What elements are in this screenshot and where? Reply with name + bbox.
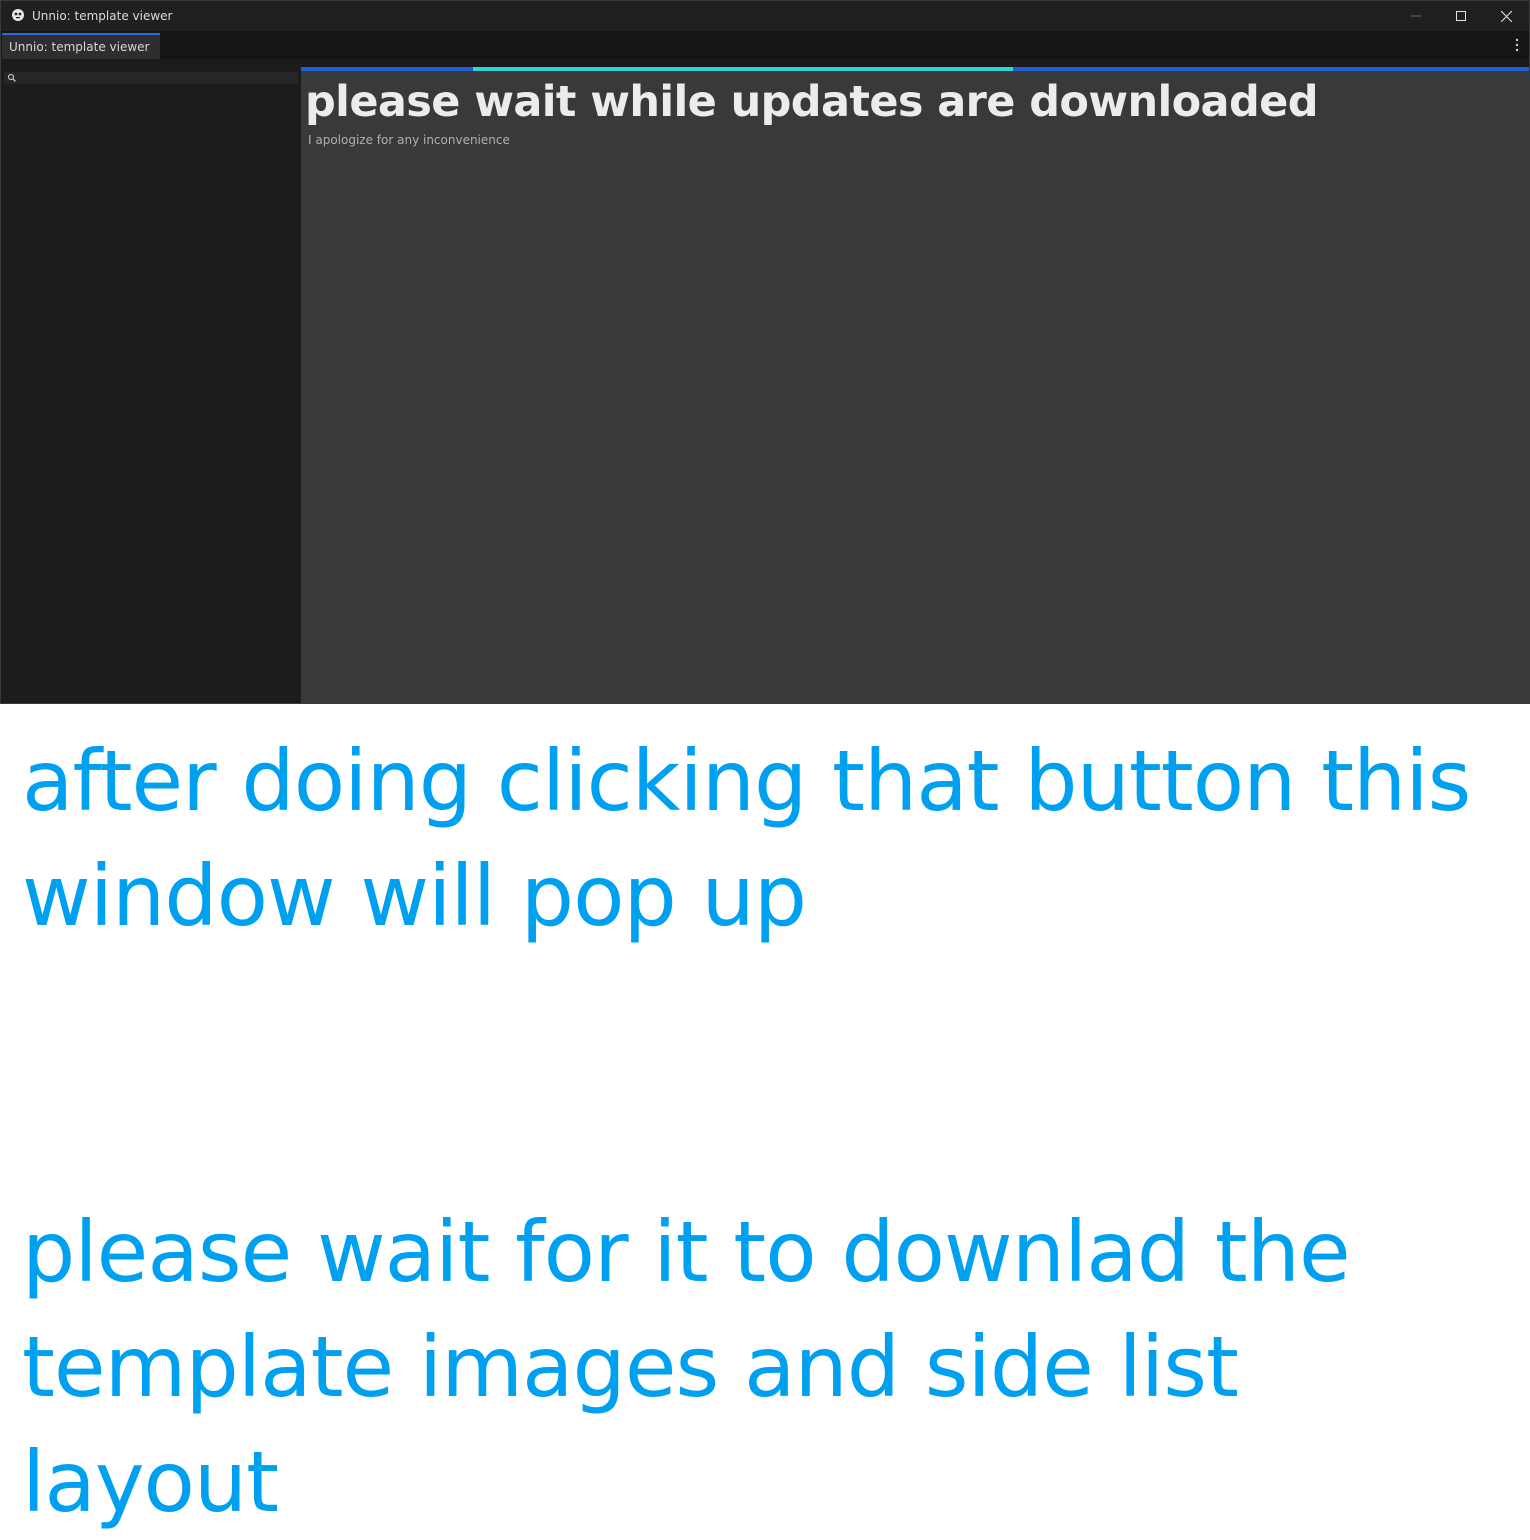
more-options-icon[interactable] (1511, 37, 1523, 53)
download-progress-bar (301, 67, 1529, 71)
search-box[interactable] (4, 72, 298, 84)
tab-label: Unnio: template viewer (9, 40, 150, 54)
apology-text: I apologize for any inconvenience (308, 133, 510, 147)
minimize-icon (1411, 15, 1421, 17)
search-input[interactable] (20, 72, 290, 84)
main-content: please wait while updates are downloaded… (301, 67, 1529, 703)
close-icon (1500, 10, 1512, 22)
close-button[interactable] (1483, 1, 1529, 31)
app-window: Unnio: template viewer Unnio: template v… (0, 0, 1530, 704)
title-bar[interactable]: Unnio: template viewer (1, 1, 1529, 31)
maximize-icon (1456, 11, 1466, 21)
tab-bar: Unnio: template viewer (1, 31, 1529, 59)
search-icon (7, 73, 16, 82)
download-progress-fill (472, 67, 1014, 71)
annotation-text-2: please wait for it to downlad the templa… (22, 1203, 1351, 1531)
window-title: Unnio: template viewer (32, 9, 173, 23)
app-logo-icon (12, 9, 24, 21)
tab-template-viewer[interactable]: Unnio: template viewer (2, 33, 160, 59)
annotation-text-1: after doing clicking that button this wi… (22, 732, 1471, 945)
page-title: please wait while updates are downloaded (305, 77, 1319, 127)
sidebar (1, 67, 301, 703)
maximize-button[interactable] (1438, 1, 1484, 31)
minimize-button[interactable] (1393, 1, 1439, 31)
